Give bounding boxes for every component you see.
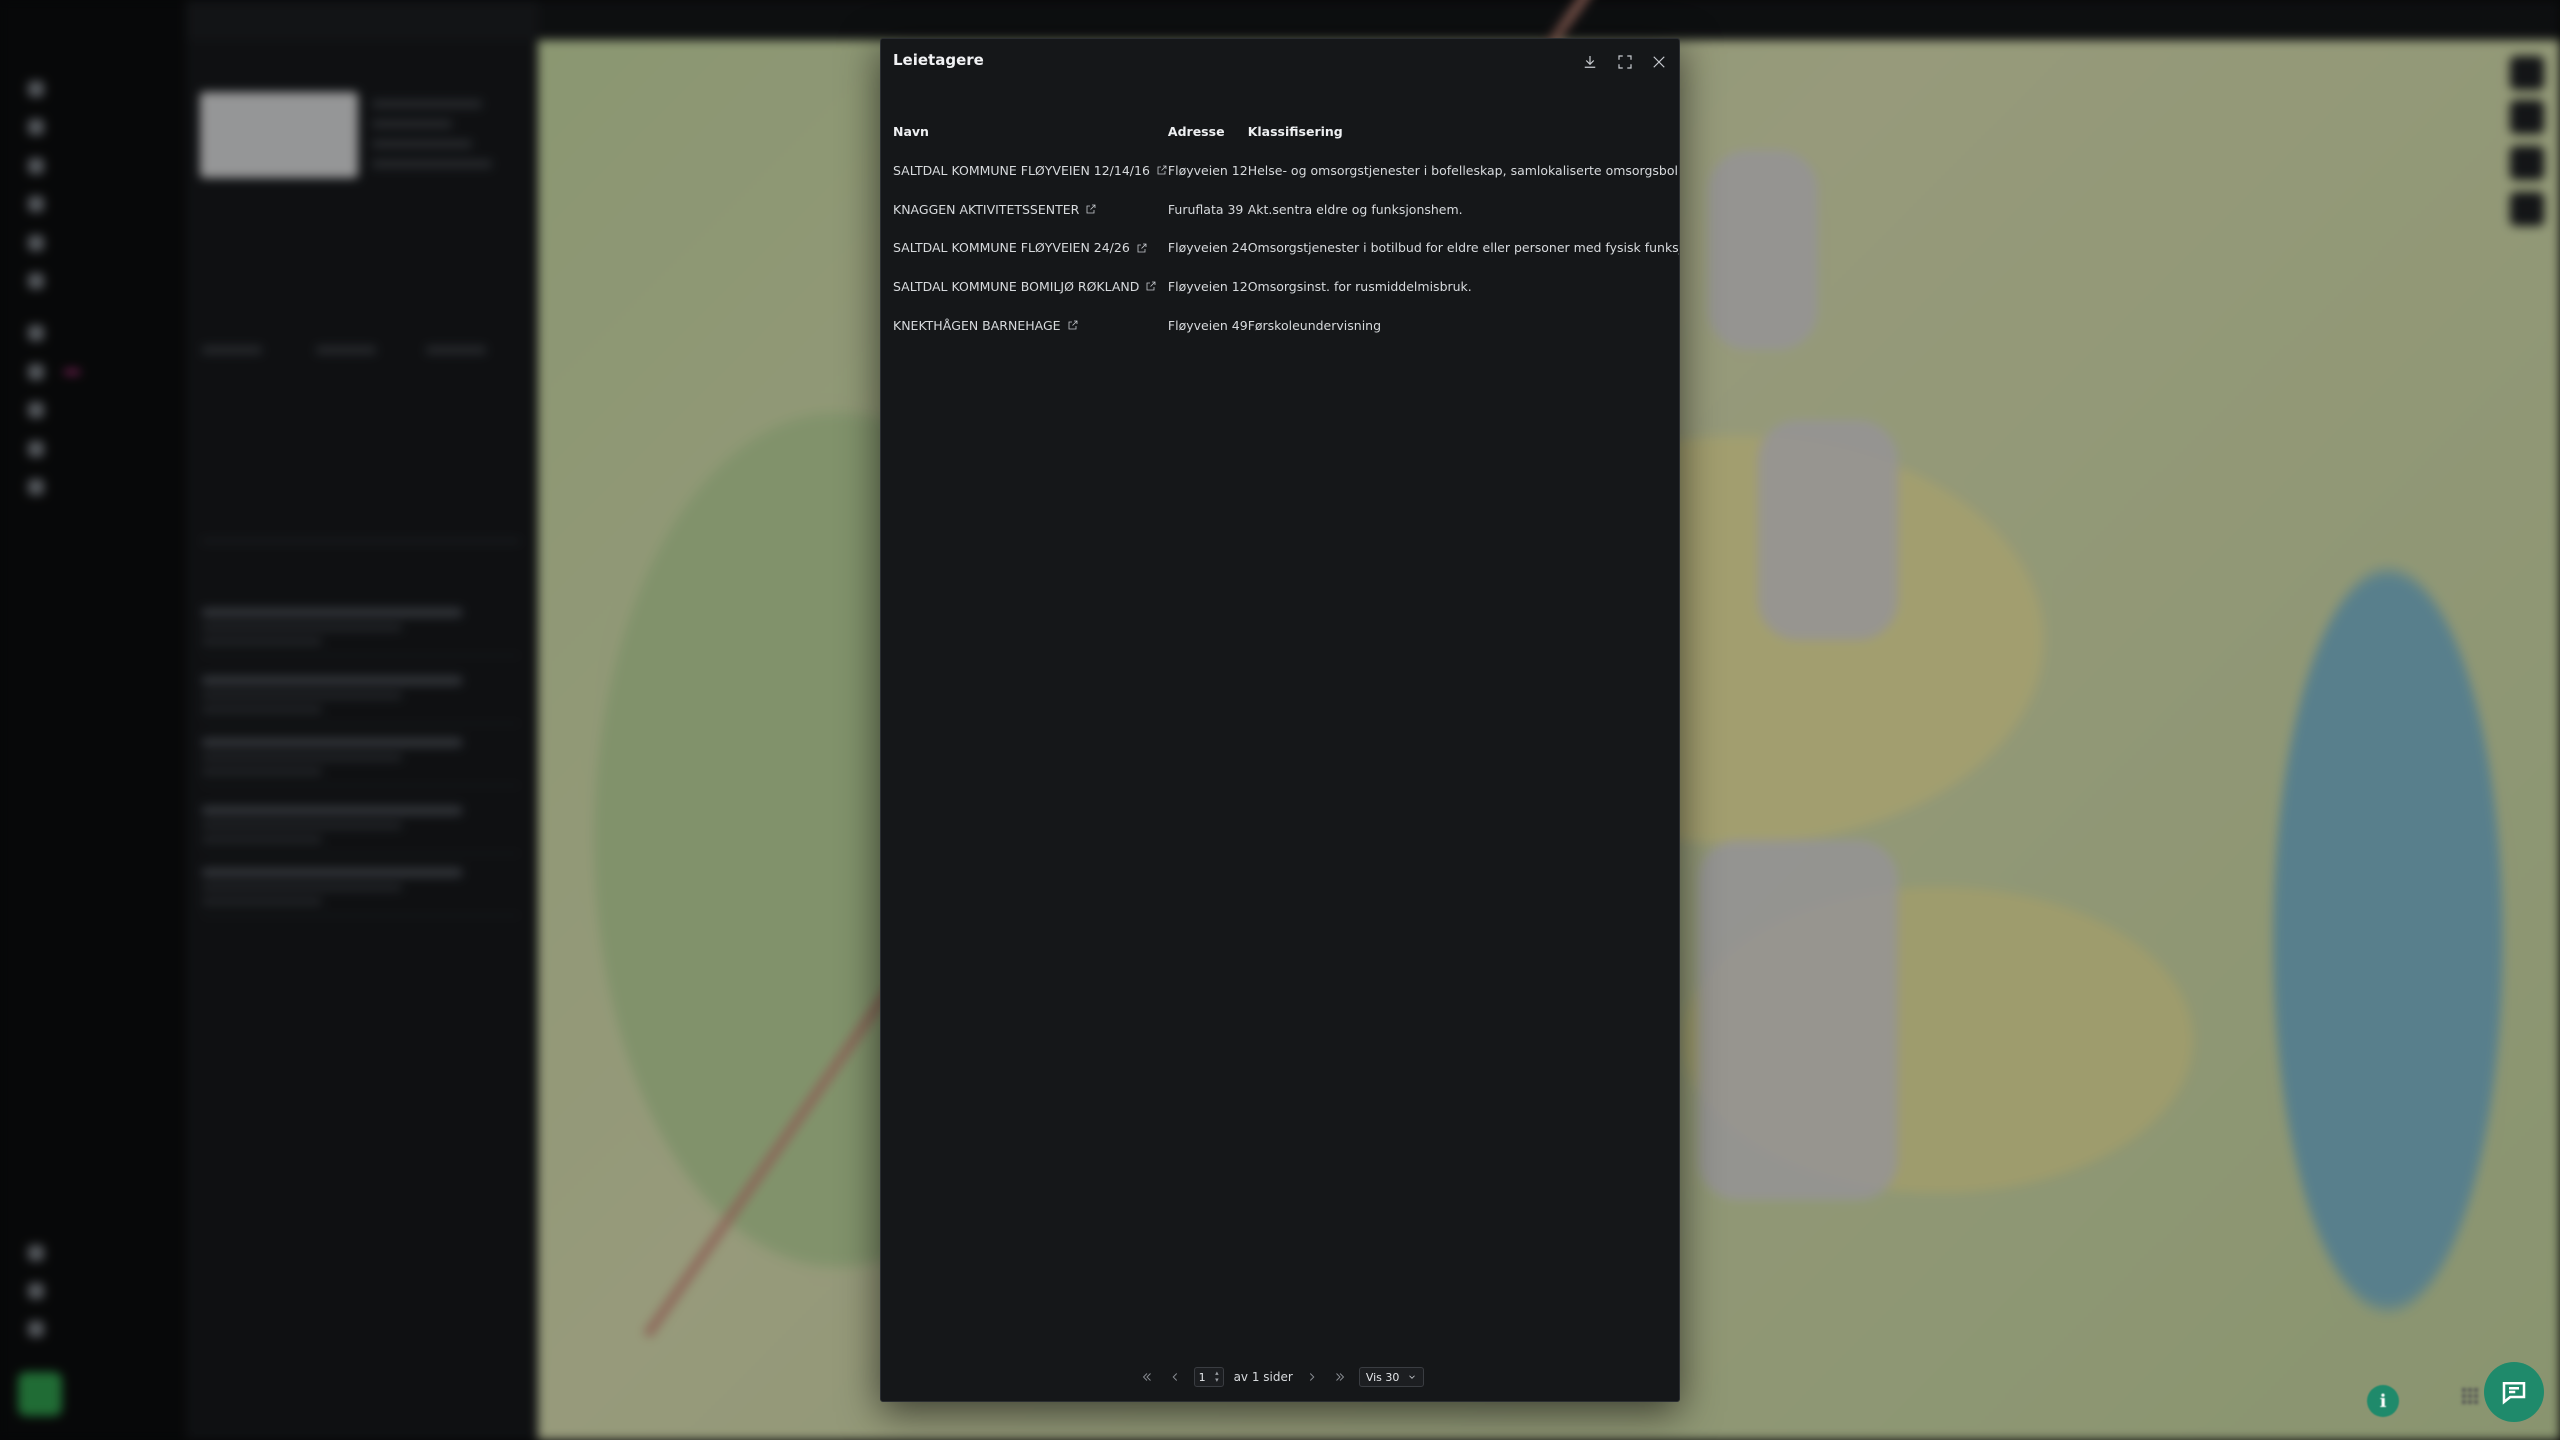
apps-grid-icon[interactable]: [2462, 1388, 2478, 1404]
next-page-button[interactable]: [1303, 1368, 1321, 1386]
external-link-icon[interactable]: [1085, 203, 1097, 215]
external-link-icon[interactable]: [1136, 242, 1148, 254]
tenant-name[interactable]: SALTDAL KOMMUNE BOMILJØ RØKLAND: [893, 279, 1139, 294]
tenant-classification: Førskoleundervisning: [1247, 317, 1382, 333]
external-link-icon[interactable]: [1067, 319, 1079, 331]
external-link-icon[interactable]: [1145, 280, 1157, 292]
external-link-icon[interactable]: [1156, 164, 1168, 176]
column-header-name[interactable]: Navn: [893, 111, 1168, 151]
close-icon: [1653, 56, 1665, 68]
column-header-classification[interactable]: Klassifisering: [1248, 111, 1679, 151]
tenant-name[interactable]: SALTDAL KOMMUNE FLØYVEIEN 12/14/16: [893, 163, 1150, 178]
tenant-classification: Omsorgsinst. for rusmiddelmisbruk.: [1247, 278, 1472, 294]
info-icon: i: [2379, 1390, 2387, 1412]
table-row[interactable]: SALTDAL KOMMUNE FLØYVEIEN 24/26 Fløyveie…: [893, 228, 1679, 267]
page-size-label: Vis 30: [1365, 1370, 1400, 1384]
tenant-address: Fløyveien 24: [1167, 240, 1248, 256]
table-row[interactable]: KNEKTHÅGEN BARNEHAGE Fløyveien 49 Førsko…: [893, 306, 1679, 345]
page-size-select[interactable]: Vis 30: [1358, 1367, 1425, 1387]
download-icon: [1584, 56, 1596, 68]
tenant-address: Furuflata 39: [1167, 201, 1244, 217]
close-button[interactable]: [1646, 49, 1672, 75]
double-chevron-right-icon: [1335, 1373, 1344, 1381]
stepper-icon[interactable]: ▴ ▾: [1215, 1370, 1219, 1384]
tenant-name[interactable]: SALTDAL KOMMUNE FLØYVEIEN 24/26: [893, 240, 1130, 255]
tenants-table: Navn Adresse Klassifisering SALTDAL KOMM…: [893, 111, 1680, 345]
page-number-input[interactable]: 1 ▴ ▾: [1193, 1367, 1224, 1387]
chat-button[interactable]: [2484, 1362, 2544, 1422]
chevron-left-icon: [1172, 1373, 1177, 1381]
previous-page-button[interactable]: [1166, 1368, 1184, 1386]
last-page-button[interactable]: [1331, 1368, 1349, 1386]
chat-icon: [2502, 1382, 2526, 1405]
chevron-right-icon: [1309, 1373, 1315, 1381]
download-button[interactable]: [1577, 49, 1603, 75]
table-row[interactable]: SALTDAL KOMMUNE BOMILJØ RØKLAND Fløyveie…: [893, 267, 1679, 306]
pagination: 1 ▴ ▾ av 1 sider Vis 30: [881, 1365, 1679, 1389]
fullscreen-button[interactable]: [1612, 49, 1638, 75]
chevron-down-icon: [1409, 1375, 1416, 1379]
modal-title: Leietagere: [893, 51, 984, 69]
table-row[interactable]: KNAGGEN AKTIVITETSSENTER Furuflata 39 Ak…: [893, 190, 1679, 229]
tenant-classification: Omsorgstjenester i botilbud for eldre el…: [1247, 240, 1679, 256]
table-row[interactable]: SALTDAL KOMMUNE FLØYVEIEN 12/14/16 Fløyv…: [893, 151, 1680, 190]
info-button[interactable]: i: [2367, 1385, 2399, 1417]
tenants-modal: Leietagere Navn Adresse Klassifisering S…: [880, 38, 1680, 1402]
double-chevron-left-icon: [1142, 1373, 1151, 1381]
tenant-classification: Helse- og omsorgstjenester i bofelleskap…: [1247, 162, 1680, 178]
tenant-address: Fløyveien 49: [1167, 317, 1248, 333]
tenant-address: Fløyveien 12: [1167, 162, 1248, 178]
page-number: 1: [1198, 1370, 1206, 1384]
table-header-row: Navn Adresse Klassifisering: [893, 111, 1679, 151]
tenant-classification: Akt.sentra eldre og funksjonshem.: [1247, 201, 1463, 217]
tenant-name[interactable]: KNAGGEN AKTIVITETSSENTER: [893, 202, 1079, 217]
expand-icon: [1618, 55, 1632, 69]
tenant-name[interactable]: KNEKTHÅGEN BARNEHAGE: [893, 318, 1061, 333]
column-header-address[interactable]: Adresse: [1168, 111, 1248, 151]
tenant-address: Fløyveien 12: [1167, 278, 1248, 294]
first-page-button[interactable]: [1138, 1368, 1156, 1386]
page-count-label: av 1 sider: [1233, 1370, 1293, 1384]
